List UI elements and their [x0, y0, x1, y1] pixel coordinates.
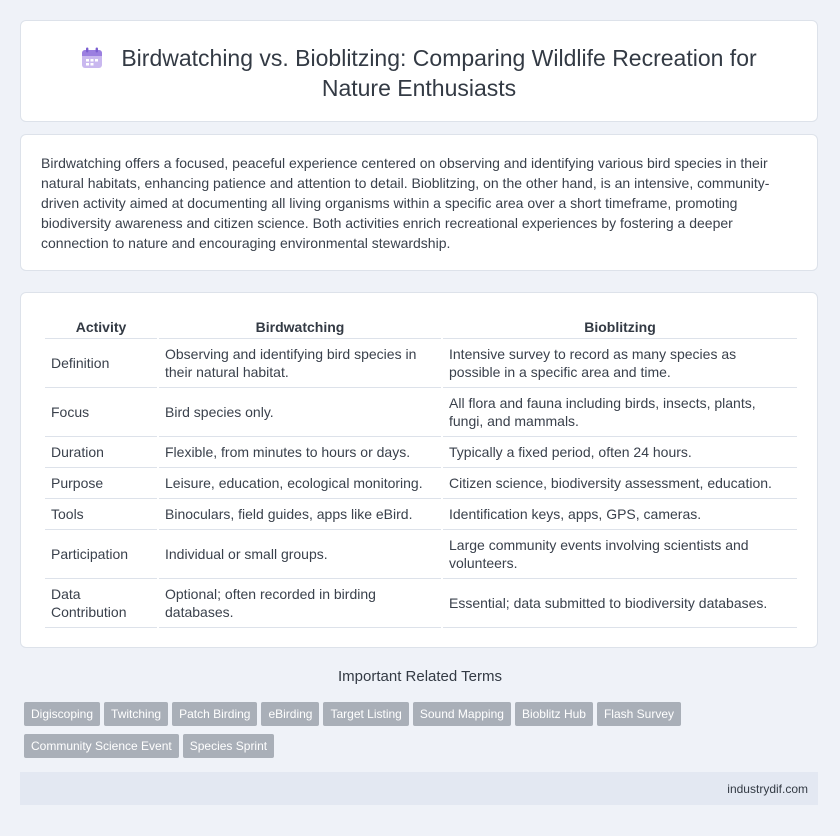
related-terms-tags: Digiscoping Twitching Patch Birding eBirdin…	[24, 702, 804, 766]
bioblitzing-cell: Intensive survey to record as many speci…	[443, 339, 797, 388]
table-row: Duration Flexible, from minutes to hours…	[45, 437, 797, 468]
birdwatching-cell: Binoculars, field guides, apps like eBir…	[159, 499, 441, 530]
comparison-table: Activity Birdwatching Bioblitzing Defini…	[43, 314, 799, 628]
header-activity: Activity	[45, 314, 157, 339]
row-label: Data Contribution	[45, 579, 157, 628]
related-terms-title: Important Related Terms	[338, 668, 502, 685]
bioblitzing-cell: All flora and fauna including birds, ins…	[443, 388, 797, 437]
tag-sound-mapping[interactable]: Sound Mapping	[412, 702, 511, 726]
bioblitzing-cell: Large community events involving scienti…	[443, 530, 797, 579]
tag-species-sprint[interactable]: Species Sprint	[182, 734, 275, 758]
birdwatching-cell: Observing and identifying bird species i…	[159, 339, 441, 388]
table-row: Data Contribution Optional; often record…	[45, 579, 797, 628]
table-header-row: Activity Birdwatching Bioblitzing	[45, 314, 797, 339]
tag-ebirding[interactable]: eBirding	[261, 702, 320, 726]
page-title: Birdwatching vs. Bioblitzing: Comparing …	[59, 43, 779, 103]
row-label: Definition	[45, 339, 157, 388]
intro-paragraph: Birdwatching offers a focused, peaceful …	[41, 155, 770, 251]
row-label: Duration	[45, 437, 157, 468]
table-row: Definition Observing and identifying bir…	[45, 339, 797, 388]
calendar-icon	[82, 47, 103, 68]
bioblitzing-cell: Typically a fixed period, often 24 hours…	[443, 437, 797, 468]
birdwatching-cell: Individual or small groups.	[159, 530, 441, 579]
title-wrap: Birdwatching vs. Bioblitzing: Comparing …	[21, 43, 817, 103]
table-row: Focus Bird species only. All flora and f…	[45, 388, 797, 437]
page-title-text: Birdwatching vs. Bioblitzing: Comparing …	[121, 45, 757, 101]
birdwatching-cell: Leisure, education, ecological monitorin…	[159, 468, 441, 499]
row-label: Purpose	[45, 468, 157, 499]
tag-patch-birding[interactable]: Patch Birding	[172, 702, 258, 726]
intro-card: Birdwatching offers a focused, peaceful …	[20, 134, 818, 271]
table-row: Purpose Leisure, education, ecological m…	[45, 468, 797, 499]
tag-target-listing[interactable]: Target Listing	[323, 702, 409, 726]
footer-bar: industrydif.com	[20, 772, 818, 805]
row-label: Participation	[45, 530, 157, 579]
birdwatching-cell: Flexible, from minutes to hours or days.	[159, 437, 441, 468]
header-birdwatching: Birdwatching	[159, 314, 441, 339]
row-label: Tools	[45, 499, 157, 530]
row-label: Focus	[45, 388, 157, 437]
tag-twitching[interactable]: Twitching	[104, 702, 169, 726]
header-bioblitzing: Bioblitzing	[443, 314, 797, 339]
header-card: Birdwatching vs. Bioblitzing: Comparing …	[20, 20, 818, 122]
tag-community-science-event[interactable]: Community Science Event	[24, 734, 179, 758]
tag-digiscoping[interactable]: Digiscoping	[24, 702, 101, 726]
tag-bioblitz-hub[interactable]: Bioblitz Hub	[514, 702, 593, 726]
bioblitzing-cell: Essential; data submitted to biodiversit…	[443, 579, 797, 628]
bioblitzing-cell: Identification keys, apps, GPS, cameras.	[443, 499, 797, 530]
tag-flash-survey[interactable]: Flash Survey	[596, 702, 681, 726]
table-row: Tools Binoculars, field guides, apps lik…	[45, 499, 797, 530]
table-row: Participation Individual or small groups…	[45, 530, 797, 579]
birdwatching-cell: Optional; often recorded in birding data…	[159, 579, 441, 628]
footer-site-link[interactable]: industrydif.com	[727, 782, 808, 796]
comparison-table-card: Activity Birdwatching Bioblitzing Defini…	[20, 292, 818, 648]
birdwatching-cell: Bird species only.	[159, 388, 441, 437]
bioblitzing-cell: Citizen science, biodiversity assessment…	[443, 468, 797, 499]
